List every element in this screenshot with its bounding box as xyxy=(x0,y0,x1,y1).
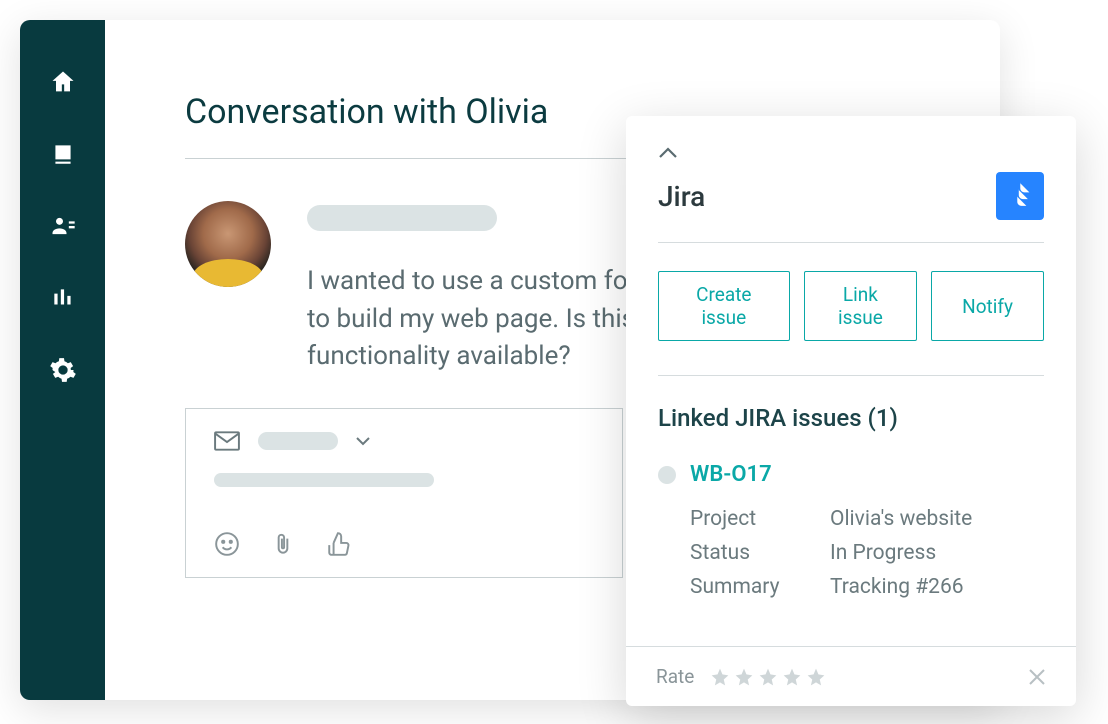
notify-button[interactable]: Notify xyxy=(931,271,1044,341)
reply-composer[interactable] xyxy=(185,408,623,578)
star-icon[interactable] xyxy=(734,667,754,687)
issue-details: Project Olivia's website Status In Progr… xyxy=(658,507,1044,599)
status-label: Status xyxy=(690,541,830,565)
summary-label: Summary xyxy=(690,575,830,599)
analytics-icon[interactable] xyxy=(49,284,77,312)
collapse-chevron-icon[interactable] xyxy=(658,146,678,160)
sender-name-placeholder xyxy=(307,205,497,231)
settings-icon[interactable] xyxy=(49,356,77,384)
mail-icon xyxy=(214,431,240,451)
detail-project: Project Olivia's website xyxy=(690,507,1044,531)
channel-placeholder xyxy=(258,432,338,450)
attachment-icon[interactable] xyxy=(270,531,296,557)
star-icon[interactable] xyxy=(806,667,826,687)
status-dot-icon xyxy=(658,466,676,484)
rate-label: Rate xyxy=(656,665,694,688)
contacts-icon[interactable] xyxy=(49,212,77,240)
issue-id[interactable]: WB-O17 xyxy=(690,462,772,487)
project-label: Project xyxy=(690,507,830,531)
jira-panel: Jira Create issue Link issue Notify Link… xyxy=(626,116,1076,706)
star-icon[interactable] xyxy=(758,667,778,687)
issue-row[interactable]: WB-O17 xyxy=(658,462,1044,487)
sidebar xyxy=(20,20,105,700)
home-icon[interactable] xyxy=(49,68,77,96)
star-icon[interactable] xyxy=(710,667,730,687)
linked-issues-heading: Linked JIRA issues (1) xyxy=(658,404,1044,432)
status-value: In Progress xyxy=(830,541,936,565)
jira-logo-icon xyxy=(996,172,1044,220)
thumbs-up-icon[interactable] xyxy=(326,531,352,557)
star-rating[interactable] xyxy=(710,667,826,687)
detail-status: Status In Progress xyxy=(690,541,1044,565)
composer-channel-row xyxy=(214,431,594,451)
inbox-icon[interactable] xyxy=(49,140,77,168)
emoji-icon[interactable] xyxy=(214,531,240,557)
link-issue-button[interactable]: Link issue xyxy=(804,271,918,341)
detail-summary: Summary Tracking #266 xyxy=(690,575,1044,599)
jira-title: Jira xyxy=(658,180,705,213)
composer-toolbar xyxy=(214,531,594,557)
summary-value: Tracking #266 xyxy=(830,575,964,599)
avatar[interactable] xyxy=(185,201,271,287)
jira-header: Jira xyxy=(658,172,1044,243)
create-issue-button[interactable]: Create issue xyxy=(658,271,790,341)
rate-bar: Rate xyxy=(626,646,1076,706)
chevron-down-icon[interactable] xyxy=(356,436,370,446)
close-icon[interactable] xyxy=(1028,668,1046,686)
star-icon[interactable] xyxy=(782,667,802,687)
jira-actions: Create issue Link issue Notify xyxy=(658,271,1044,376)
reply-text-placeholder xyxy=(214,473,434,487)
project-value: Olivia's website xyxy=(830,507,972,531)
message-text: I wanted to use a custom font to build m… xyxy=(307,263,667,376)
